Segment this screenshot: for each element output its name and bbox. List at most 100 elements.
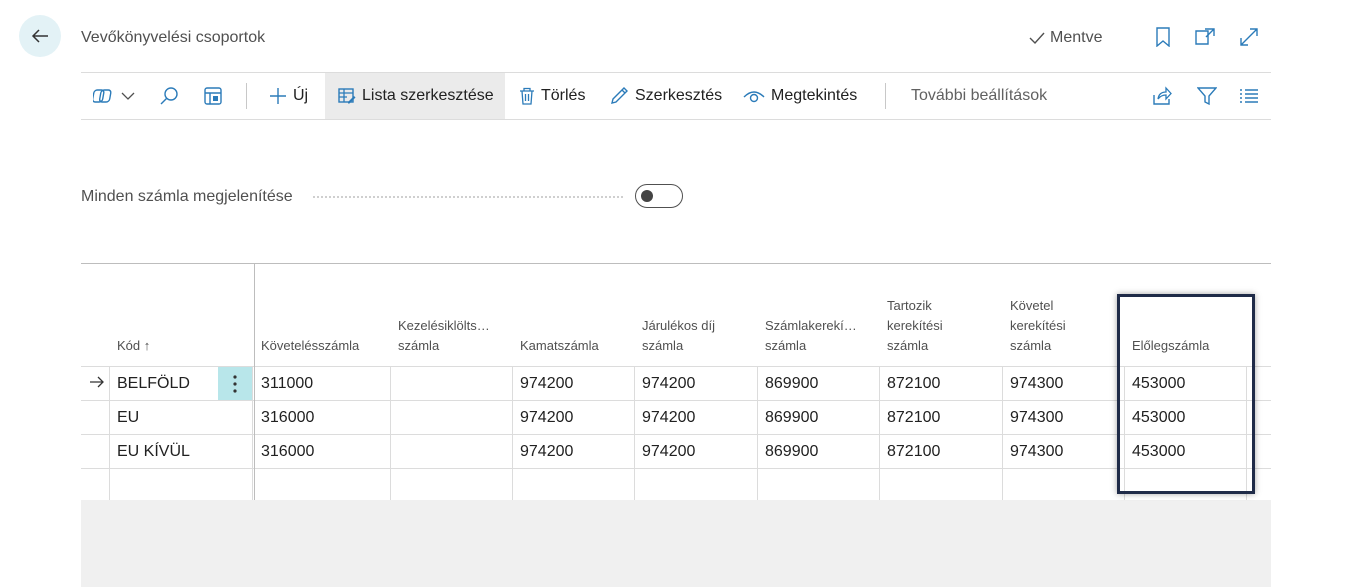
- table-row[interactable]: EU KÍVÜL 316000 974200 974200 869900 872100 97…: [81, 434, 1271, 468]
- column-header[interactable]: Járulékos díj számla: [635, 264, 758, 366]
- account-cell[interactable]: [391, 401, 513, 434]
- account-cell[interactable]: 974200: [513, 401, 635, 434]
- account-cell[interactable]: 974200: [635, 401, 758, 434]
- column-header-label: Kód ↑: [117, 338, 151, 353]
- new-button-label: Új: [293, 87, 309, 104]
- delete-button[interactable]: Törlés: [519, 73, 585, 119]
- search-icon: [160, 87, 178, 105]
- edit-list-label: Lista szerkesztése: [362, 87, 494, 104]
- account-cell[interactable]: 974200: [513, 435, 635, 468]
- more-vertical-icon: [233, 374, 237, 393]
- empty-grid-area: [81, 500, 1271, 587]
- column-header[interactable]: Kód ↑: [110, 264, 254, 366]
- account-cell[interactable]: [513, 469, 635, 502]
- account-cell[interactable]: 974300: [1003, 435, 1125, 468]
- account-cell[interactable]: 869900: [758, 435, 880, 468]
- pencil-icon: [611, 87, 628, 104]
- edit-list-icon: [338, 88, 356, 104]
- row-selector[interactable]: [81, 435, 110, 468]
- account-cell[interactable]: 974200: [635, 435, 758, 468]
- table-row[interactable]: [81, 468, 1271, 502]
- trash-icon: [520, 87, 534, 105]
- account-cell[interactable]: 869900: [758, 367, 880, 400]
- check-icon: [1029, 32, 1045, 45]
- account-cell[interactable]: [635, 469, 758, 502]
- account-cell[interactable]: 974300: [1003, 401, 1125, 434]
- list-view-button[interactable]: [1239, 73, 1259, 119]
- account-cell[interactable]: [758, 469, 880, 502]
- column-header[interactable]: Számlakerekí… számla: [758, 264, 880, 366]
- column-header[interactable]: Kezelésiklölts… számla: [391, 264, 513, 366]
- account-cell[interactable]: [391, 435, 513, 468]
- dotted-leader: [313, 196, 623, 198]
- table-row[interactable]: EU 316000 974200 974200 869900 872100 974300 45…: [81, 400, 1271, 434]
- analysis-icon: [204, 87, 222, 105]
- bookmark-icon[interactable]: [1152, 26, 1174, 48]
- freeze-pane-divider[interactable]: [254, 264, 255, 502]
- row-actions-button[interactable]: [218, 469, 253, 502]
- account-cell[interactable]: 974200: [635, 367, 758, 400]
- copilot-dropdown[interactable]: [93, 73, 135, 119]
- show-all-accounts-toggle[interactable]: [635, 184, 683, 208]
- account-cell[interactable]: 872100: [880, 401, 1003, 434]
- expand-icon[interactable]: [1238, 26, 1260, 48]
- edit-label: Szerkesztés: [635, 87, 723, 104]
- open-in-new-window-icon[interactable]: [1194, 26, 1216, 48]
- analysis-mode-button[interactable]: [203, 73, 223, 119]
- account-cell[interactable]: 311000: [254, 367, 391, 400]
- account-cell[interactable]: 316000: [254, 401, 391, 434]
- arrow-left-icon: [31, 29, 48, 43]
- chevron-down-icon: [121, 92, 135, 100]
- share-button[interactable]: [1152, 73, 1172, 119]
- account-cell[interactable]: 316000: [254, 435, 391, 468]
- action-bar: Új Lista szerkesztése Törlés Szerkesztés…: [81, 72, 1271, 120]
- search-button[interactable]: [159, 73, 179, 119]
- column-header[interactable]: Követel kerekítési számla: [1003, 264, 1125, 366]
- posting-groups-table: Kód ↑ Követelésszámla Kezelésiklölts… száml…: [81, 263, 1271, 503]
- column-header-label: Járulékos díj számla: [642, 318, 715, 353]
- action-separator: [246, 83, 247, 109]
- table-row[interactable]: BELFÖLD 311000 974200 974200 869900 872100 974…: [81, 366, 1271, 400]
- list-icon: [1240, 89, 1258, 103]
- filter-icon: [1197, 87, 1217, 106]
- filter-button[interactable]: [1197, 73, 1217, 119]
- page-title: Vevőkönyvelési csoportok: [81, 29, 266, 46]
- account-cell[interactable]: 974300: [1003, 367, 1125, 400]
- column-header-label: Követelésszámla: [261, 338, 360, 353]
- action-separator: [885, 83, 886, 109]
- row-actions-button[interactable]: [218, 435, 253, 468]
- plus-icon: [270, 88, 286, 104]
- row-actions-button[interactable]: [218, 367, 253, 400]
- back-button[interactable]: [19, 15, 61, 57]
- view-label: Megtekintés: [771, 87, 858, 104]
- edit-button[interactable]: Szerkesztés: [609, 73, 722, 119]
- eye-icon: [743, 91, 765, 103]
- column-header-label: Számlakerekí… számla: [765, 318, 857, 353]
- account-cell[interactable]: [391, 367, 513, 400]
- saved-status: Mentve: [1028, 29, 1102, 47]
- column-header[interactable]: Tartozik kerekítési számla: [880, 264, 1003, 366]
- row-selector[interactable]: [81, 401, 110, 434]
- toggle-knob: [641, 190, 653, 202]
- copilot-icon: [93, 89, 112, 103]
- delete-label: Törlés: [541, 87, 586, 104]
- column-header[interactable]: Kamatszámla: [513, 264, 635, 366]
- account-cell[interactable]: 974200: [513, 367, 635, 400]
- new-button[interactable]: Új: [269, 73, 308, 119]
- account-cell[interactable]: [1003, 469, 1125, 502]
- account-cell[interactable]: [254, 469, 391, 502]
- edit-list-button[interactable]: Lista szerkesztése: [325, 73, 505, 119]
- account-cell[interactable]: 872100: [880, 435, 1003, 468]
- row-actions-button[interactable]: [218, 401, 253, 434]
- view-button[interactable]: Megtekintés: [743, 73, 857, 119]
- more-options-button[interactable]: További beállítások: [911, 73, 1047, 119]
- column-header[interactable]: Követelésszámla: [254, 264, 391, 366]
- row-selector[interactable]: [81, 469, 110, 502]
- more-options-label: További beállítások: [911, 87, 1048, 104]
- account-cell[interactable]: 872100: [880, 367, 1003, 400]
- row-selector[interactable]: [81, 367, 110, 400]
- account-cell[interactable]: [391, 469, 513, 502]
- account-cell[interactable]: [880, 469, 1003, 502]
- show-all-accounts-row: Minden számla megjelenítése: [81, 184, 691, 210]
- account-cell[interactable]: 869900: [758, 401, 880, 434]
